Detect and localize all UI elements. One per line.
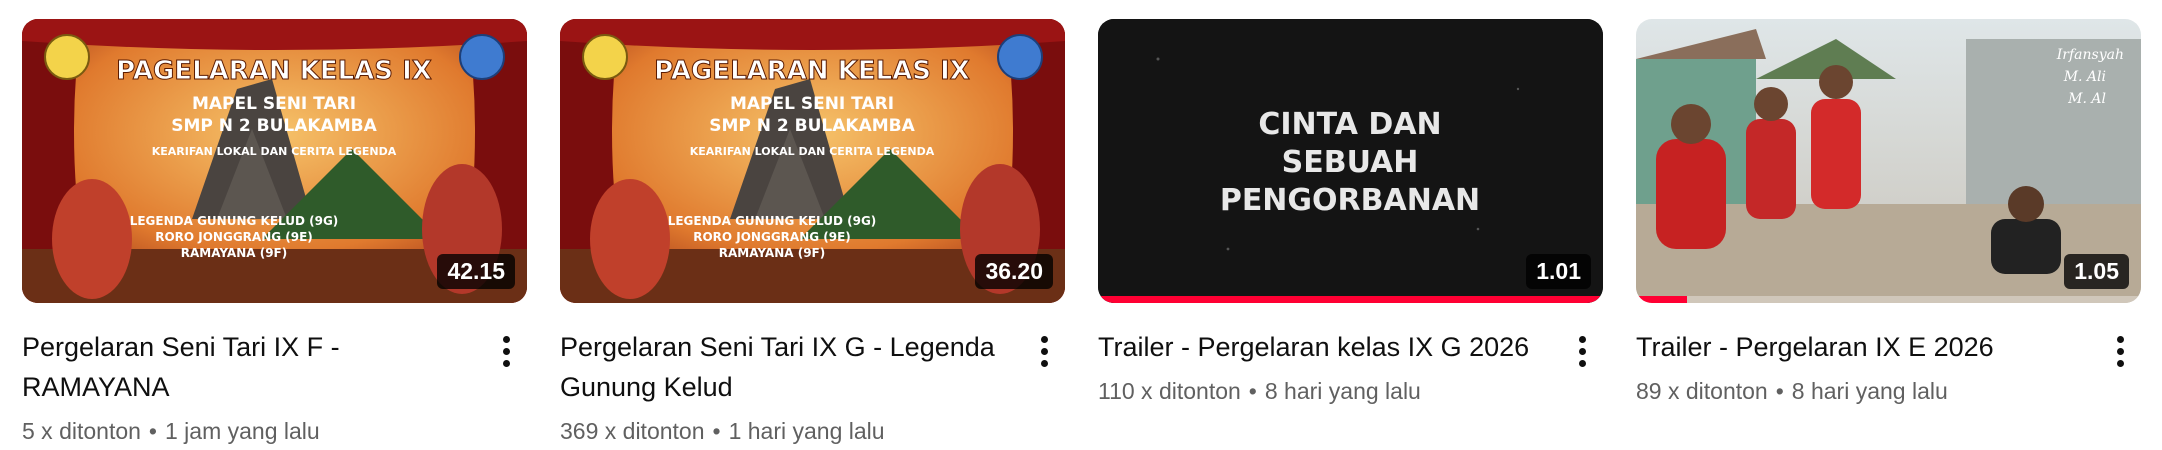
separator-dot: • bbox=[1775, 378, 1784, 404]
video-thumbnail[interactable]: Irfansyah M. Ali M. Al 1.05 bbox=[1636, 19, 2141, 303]
video-stats: 89 x ditonton • 8 hari yang lalu bbox=[1636, 375, 2085, 407]
separator-dot: • bbox=[148, 418, 157, 444]
video-thumbnail[interactable]: PAGELARAN KELAS IX MAPEL SENI TARI SMP N… bbox=[560, 19, 1065, 303]
thumb-line4: KEARIFAN LOKAL DAN CERITA LEGENDA bbox=[152, 145, 397, 158]
thumb-list3: RAMAYANA (9F) bbox=[719, 246, 825, 260]
more-options-icon[interactable] bbox=[1567, 331, 1597, 371]
more-options-icon[interactable] bbox=[2105, 331, 2135, 371]
video-meta: Trailer - Pergelaran IX E 2026 89 x dito… bbox=[1636, 327, 2141, 407]
video-card[interactable]: CINTA DAN SEBUAH PENGORBANAN 1.01 Traile… bbox=[1098, 19, 1603, 447]
video-card[interactable]: PAGELARAN KELAS IX MAPEL SENI TARI SMP N… bbox=[22, 19, 527, 447]
separator-dot: • bbox=[1248, 378, 1257, 404]
more-options-icon[interactable] bbox=[1029, 331, 1059, 371]
view-count: 110 x ditonton bbox=[1098, 378, 1241, 404]
thumb-list1: LEGENDA GUNUNG KELUD (9G) bbox=[668, 214, 877, 228]
video-card[interactable]: Irfansyah M. Ali M. Al 1.05 Trailer - Pe… bbox=[1636, 19, 2141, 447]
video-title[interactable]: Pergelaran Seni Tari IX F - RAMAYANA bbox=[22, 327, 471, 407]
watch-progress-bar bbox=[1636, 296, 1687, 303]
duration-badge: 1.05 bbox=[2064, 254, 2129, 289]
thumb-title-line1: PAGELARAN KELAS IX bbox=[654, 56, 970, 86]
video-meta: Pergelaran Seni Tari IX G - Legenda Gunu… bbox=[560, 327, 1065, 447]
more-options-icon[interactable] bbox=[491, 331, 521, 371]
duration-badge: 1.01 bbox=[1526, 254, 1591, 289]
thumb-credit2: M. Ali bbox=[2063, 69, 2106, 85]
video-title[interactable]: Pergelaran Seni Tari IX G - Legenda Gunu… bbox=[560, 327, 1009, 407]
duration-badge: 42.15 bbox=[437, 254, 515, 289]
thumb-list3: RAMAYANA (9F) bbox=[181, 246, 287, 260]
view-count: 369 x ditonton bbox=[560, 418, 705, 444]
duration-badge: 36.20 bbox=[975, 254, 1053, 289]
video-card[interactable]: PAGELARAN KELAS IX MAPEL SENI TARI SMP N… bbox=[560, 19, 1065, 447]
thumb-list2: RORO JONGGRANG (9E) bbox=[155, 230, 313, 244]
thumb-line2: MAPEL SENI TARI bbox=[192, 94, 356, 114]
thumb-line3: SMP N 2 BULAKAMBA bbox=[171, 116, 377, 136]
upload-time: 8 hari yang lalu bbox=[1791, 378, 1948, 404]
view-count: 89 x ditonton bbox=[1636, 378, 1768, 404]
upload-time: 1 jam yang lalu bbox=[164, 418, 320, 444]
watch-progress-bar bbox=[1098, 296, 1603, 303]
thumb-line2: MAPEL SENI TARI bbox=[730, 94, 894, 114]
video-title[interactable]: Trailer - Pergelaran kelas IX G 2026 bbox=[1098, 327, 1547, 367]
video-meta: Trailer - Pergelaran kelas IX G 2026 110… bbox=[1098, 327, 1603, 407]
view-count: 5 x ditonton bbox=[22, 418, 141, 444]
thumb-line2: SEBUAH bbox=[1282, 145, 1419, 180]
video-stats: 369 x ditonton • 1 hari yang lalu bbox=[560, 415, 1009, 447]
thumb-line3: PENGORBANAN bbox=[1220, 183, 1480, 218]
separator-dot: • bbox=[712, 418, 721, 444]
watch-progress-track bbox=[1636, 296, 2141, 303]
video-grid: PAGELARAN KELAS IX MAPEL SENI TARI SMP N… bbox=[22, 19, 2141, 447]
video-meta: Pergelaran Seni Tari IX F - RAMAYANA 5 x… bbox=[22, 327, 527, 447]
thumb-credit1: Irfansyah bbox=[2056, 47, 2124, 63]
thumb-list2: RORO JONGGRANG (9E) bbox=[693, 230, 851, 244]
thumb-line3: SMP N 2 BULAKAMBA bbox=[709, 116, 915, 136]
video-stats: 110 x ditonton • 8 hari yang lalu bbox=[1098, 375, 1547, 407]
video-title[interactable]: Trailer - Pergelaran IX E 2026 bbox=[1636, 327, 2085, 367]
video-thumbnail[interactable]: CINTA DAN SEBUAH PENGORBANAN 1.01 bbox=[1098, 19, 1603, 303]
upload-time: 8 hari yang lalu bbox=[1264, 378, 1421, 404]
upload-time: 1 hari yang lalu bbox=[728, 418, 885, 444]
video-stats: 5 x ditonton • 1 jam yang lalu bbox=[22, 415, 471, 447]
thumb-line1: CINTA DAN bbox=[1258, 107, 1441, 142]
thumb-line4: KEARIFAN LOKAL DAN CERITA LEGENDA bbox=[690, 145, 935, 158]
thumb-credit3: M. Al bbox=[2067, 91, 2106, 107]
video-thumbnail[interactable]: PAGELARAN KELAS IX MAPEL SENI TARI SMP N… bbox=[22, 19, 527, 303]
thumb-list1: LEGENDA GUNUNG KELUD (9G) bbox=[130, 214, 339, 228]
thumb-title-line1: PAGELARAN KELAS IX bbox=[116, 56, 432, 86]
